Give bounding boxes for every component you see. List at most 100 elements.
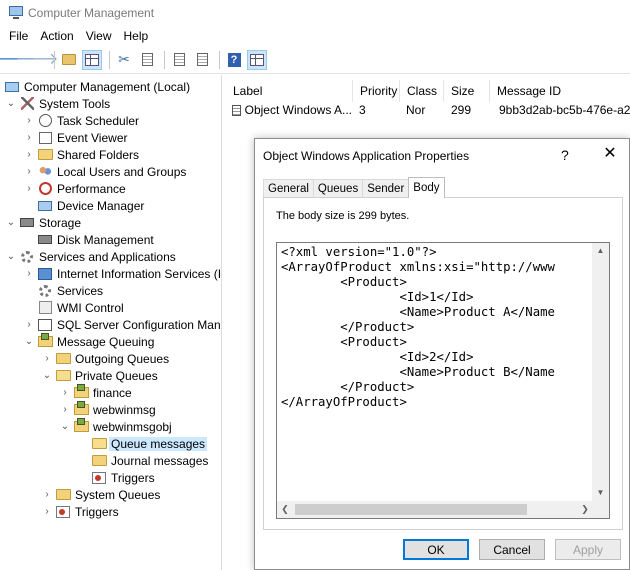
cancel-button[interactable]: Cancel xyxy=(479,539,545,560)
refresh-icon[interactable] xyxy=(192,50,212,70)
cut-icon[interactable]: ✂ xyxy=(114,50,134,70)
chevron-right-icon[interactable]: › xyxy=(24,149,34,160)
row-class: Nor xyxy=(406,103,426,117)
tab-body[interactable]: Body xyxy=(408,177,445,198)
message-body-text[interactable]: <?xml version="1.0"?> <ArrayOfProduct xml… xyxy=(281,245,591,499)
performance-icon xyxy=(37,182,53,196)
tree-item-message-queuing[interactable]: ⌄ Message Queuing xyxy=(24,333,154,350)
scroll-right-icon[interactable]: ❯ xyxy=(577,501,593,518)
horizontal-scroll-thumb[interactable] xyxy=(295,504,527,515)
column-header-label[interactable]: Label xyxy=(226,80,353,102)
code-line: <?xml version="1.0"?> xyxy=(281,245,437,259)
up-folder-icon[interactable] xyxy=(59,50,79,70)
tree-item-device-manager[interactable]: Device Manager xyxy=(37,197,144,214)
computer-icon xyxy=(4,80,20,94)
tree-item-sql-config[interactable]: › SQL Server Configuration Manag xyxy=(24,316,221,333)
tree-item-shared-folders[interactable]: › Shared Folders xyxy=(24,146,139,163)
folder-icon xyxy=(55,352,71,366)
tree-item-private-queues[interactable]: ⌄ Private Queues xyxy=(42,367,158,384)
tree-item-local-users[interactable]: › Local Users and Groups xyxy=(24,163,186,180)
column-header-message-id[interactable]: Message ID xyxy=(490,80,630,102)
vertical-scrollbar[interactable]: ▲ ▼ xyxy=(592,243,609,501)
chevron-right-icon[interactable]: › xyxy=(24,268,34,279)
chevron-down-icon[interactable]: ⌄ xyxy=(6,217,16,228)
toolbar-separator xyxy=(54,50,55,69)
column-header-class[interactable]: Class xyxy=(400,80,444,102)
chevron-down-icon[interactable]: ⌄ xyxy=(42,370,52,381)
chevron-down-icon[interactable]: ⌄ xyxy=(6,98,16,109)
tree-item-storage[interactable]: ⌄ Storage xyxy=(6,214,81,231)
chevron-right-icon[interactable]: › xyxy=(24,166,34,177)
code-line: <Name>Product B</Name xyxy=(281,365,555,379)
chevron-right-icon[interactable]: › xyxy=(24,115,34,126)
show-hide-tree-icon[interactable] xyxy=(82,49,102,70)
chevron-down-icon[interactable]: ⌄ xyxy=(24,336,34,347)
tree-item-queue-messages[interactable]: Queue messages xyxy=(91,435,208,452)
chevron-right-icon[interactable]: › xyxy=(60,404,70,415)
chevron-right-icon[interactable]: › xyxy=(24,132,34,143)
ok-button[interactable]: OK xyxy=(403,539,469,560)
chevron-down-icon[interactable]: ⌄ xyxy=(60,421,70,432)
help-icon[interactable]: ? xyxy=(561,147,569,163)
tree-item-iis[interactable]: › Internet Information Services (IIS xyxy=(24,265,221,282)
message-body-textbox[interactable]: <?xml version="1.0"?> <ArrayOfProduct xml… xyxy=(276,242,610,519)
tree-item-finance[interactable]: › finance xyxy=(60,384,132,401)
triggers-icon xyxy=(91,471,107,485)
tree-item-system-queues[interactable]: › System Queues xyxy=(42,486,160,503)
tree-item-webwinmsgobj[interactable]: ⌄ webwinmsgobj xyxy=(60,418,172,435)
services-gear-icon xyxy=(37,284,53,298)
scroll-left-icon[interactable]: ❮ xyxy=(277,501,293,518)
properties-icon[interactable] xyxy=(137,50,157,70)
menu-action[interactable]: Action xyxy=(40,29,73,43)
chevron-right-icon[interactable]: › xyxy=(24,183,34,194)
help-icon[interactable]: ? xyxy=(224,50,244,70)
console-tree: Computer Management (Local) ⌄ System Too… xyxy=(0,75,222,570)
computer-management-icon xyxy=(8,6,24,20)
message-queuing-icon xyxy=(37,333,53,349)
tree-item-system-tools[interactable]: ⌄ System Tools xyxy=(6,95,110,112)
scroll-up-icon[interactable]: ▲ xyxy=(592,243,609,259)
device-manager-icon xyxy=(37,199,53,213)
chevron-down-icon[interactable]: ⌄ xyxy=(6,251,16,262)
scroll-down-icon[interactable]: ▼ xyxy=(592,485,609,501)
iis-icon xyxy=(37,267,53,281)
horizontal-scrollbar[interactable]: ❮ ❯ xyxy=(277,501,593,518)
chevron-right-icon[interactable]: › xyxy=(24,319,34,330)
chevron-right-icon[interactable]: › xyxy=(42,506,52,517)
tree-item-task-scheduler[interactable]: › Task Scheduler xyxy=(24,112,139,129)
tree-item-webwinmsg[interactable]: › webwinmsg xyxy=(60,401,156,418)
tree-item-services[interactable]: Services xyxy=(37,282,103,299)
code-line: <Name>Product A</Name xyxy=(281,305,555,319)
table-row[interactable]: Object Windows A... 3 Nor 299 9bb3d2ab-b… xyxy=(226,102,630,118)
code-line: <ArrayOfProduct xmlns:xsi="http://www xyxy=(281,260,555,274)
close-icon[interactable]: ✕ xyxy=(599,144,621,164)
tree-item-outgoing-queues[interactable]: › Outgoing Queues xyxy=(42,350,169,367)
chevron-right-icon[interactable]: › xyxy=(42,353,52,364)
tree-item-triggers[interactable]: › Triggers xyxy=(42,503,118,520)
tree-item-event-viewer[interactable]: › Event Viewer xyxy=(24,129,127,146)
tree-item-root[interactable]: Computer Management (Local) xyxy=(4,78,190,95)
forward-arrow-icon[interactable]: 🡒 xyxy=(16,50,59,70)
menu-file[interactable]: File xyxy=(9,29,28,43)
tab-general[interactable]: General xyxy=(263,179,314,198)
code-line: </ArrayOfProduct> xyxy=(281,395,407,409)
tree-item-disk-management[interactable]: Disk Management xyxy=(37,231,154,248)
show-hide-action-pane-icon[interactable] xyxy=(247,49,267,70)
folder-icon xyxy=(55,488,71,502)
tree-item-wmi-control[interactable]: WMI Control xyxy=(37,299,124,316)
apply-button[interactable]: Apply xyxy=(555,539,621,560)
chevron-right-icon[interactable]: › xyxy=(42,489,52,500)
column-header-size[interactable]: Size xyxy=(444,80,490,102)
menu-view[interactable]: View xyxy=(86,29,112,43)
triggers-icon xyxy=(55,505,71,519)
chevron-right-icon[interactable]: › xyxy=(60,387,70,398)
tree-item-services-apps[interactable]: ⌄ Services and Applications xyxy=(6,248,176,265)
export-list-icon[interactable] xyxy=(169,50,189,70)
tree-item-performance[interactable]: › Performance xyxy=(24,180,125,197)
tab-queues[interactable]: Queues xyxy=(312,179,364,198)
tab-sender[interactable]: Sender xyxy=(362,179,410,198)
tree-item-journal-messages[interactable]: Journal messages xyxy=(91,452,208,469)
menu-help[interactable]: Help xyxy=(124,29,149,43)
tree-item-triggers-inner[interactable]: Triggers xyxy=(91,469,155,486)
column-header-priority[interactable]: Priority xyxy=(353,80,400,102)
